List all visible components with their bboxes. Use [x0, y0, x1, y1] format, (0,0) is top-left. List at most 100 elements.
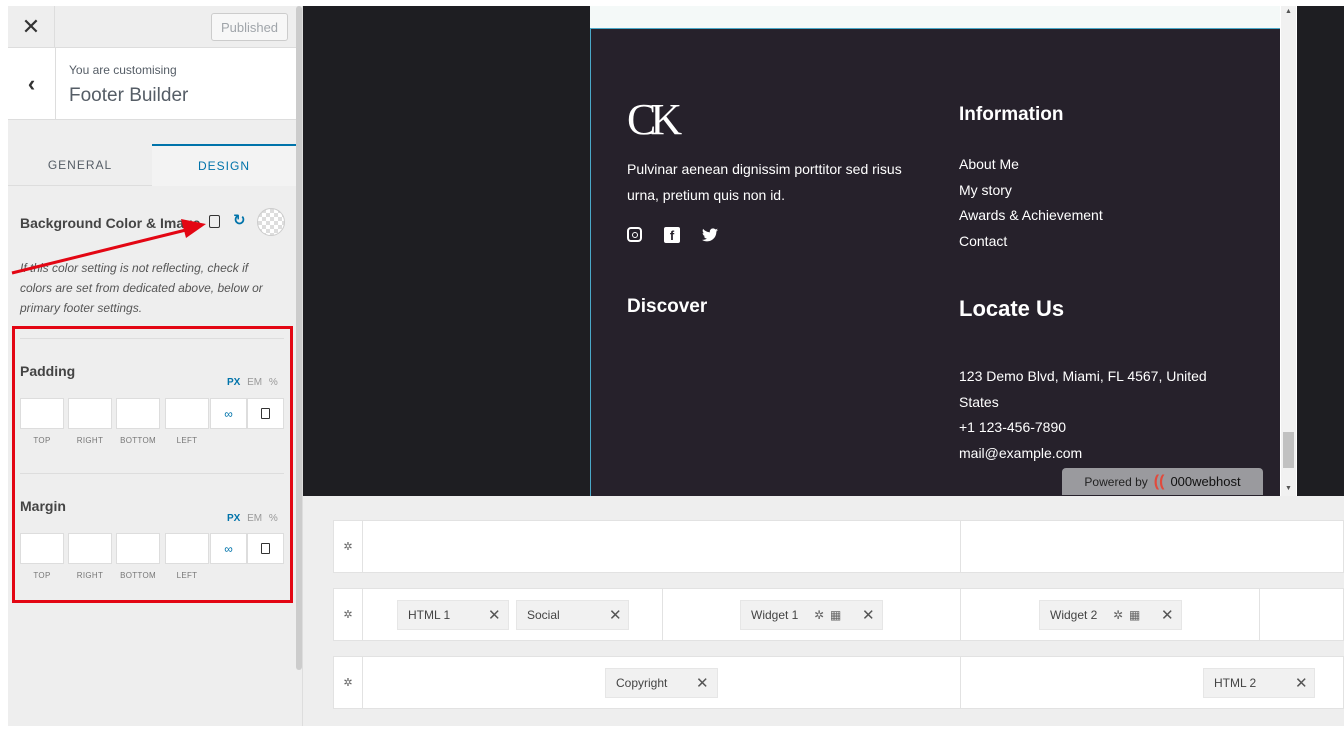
- padding-device-button[interactable]: [247, 398, 284, 429]
- color-setting-note: If this color setting is not reflecting,…: [20, 261, 263, 315]
- column-divider: [1259, 589, 1260, 640]
- footer-selection-outline: [590, 29, 591, 496]
- gear-icon: ✲: [343, 541, 353, 553]
- builder-item-social[interactable]: Social ✕: [516, 600, 629, 630]
- padding-right-input[interactable]: [68, 398, 112, 429]
- footer-link-awards[interactable]: Awards & Achievement: [959, 203, 1103, 229]
- remove-icon[interactable]: ✕: [609, 606, 622, 624]
- site-logo[interactable]: CK: [627, 94, 682, 145]
- close-customizer-button[interactable]: ✕: [8, 6, 55, 48]
- margin-bottom-label: BOTTOM: [120, 571, 156, 580]
- row-settings-button[interactable]: ✲: [334, 589, 363, 640]
- builder-item-html-2[interactable]: HTML 2 ✕: [1203, 668, 1315, 698]
- preview-scrollbar[interactable]: ▲ ▼: [1281, 6, 1296, 496]
- information-links: About Me My story Awards & Achievement C…: [959, 152, 1103, 254]
- widget-tools-icons[interactable]: ✲▦: [1113, 608, 1146, 622]
- padding-right-label: RIGHT: [76, 436, 104, 445]
- builder-item-copyright[interactable]: Copyright ✕: [605, 668, 718, 698]
- powered-by-label: Powered by: [1084, 474, 1148, 489]
- builder-item-html-1[interactable]: HTML 1 ✕: [397, 600, 509, 630]
- padding-left-input[interactable]: [165, 398, 209, 429]
- host-brand: 000webhost: [1170, 474, 1241, 489]
- footer-link-my-story[interactable]: My story: [959, 178, 1103, 204]
- back-button[interactable]: ‹: [8, 48, 56, 120]
- background-color-swatch[interactable]: [257, 208, 285, 236]
- remove-icon[interactable]: ✕: [1295, 674, 1308, 692]
- column-divider: [662, 589, 663, 640]
- unit-px[interactable]: PX: [227, 513, 240, 524]
- phone-line: +1 123-456-7890: [959, 419, 1067, 435]
- builder-item-label: Copyright: [616, 676, 668, 690]
- host-logo-icon: ((: [1153, 472, 1165, 490]
- link-icon: ∞: [224, 541, 233, 556]
- device-icon: [261, 408, 270, 419]
- divider: [20, 338, 284, 339]
- footer-link-contact[interactable]: Contact: [959, 229, 1103, 255]
- divider: [20, 473, 284, 474]
- padding-units: PX EM %: [227, 377, 282, 388]
- scroll-thumb[interactable]: [1283, 432, 1294, 468]
- margin-units: PX EM %: [227, 513, 282, 524]
- padding-left-label: LEFT: [176, 436, 198, 445]
- unit-percent[interactable]: %: [269, 377, 278, 388]
- remove-icon[interactable]: ✕: [862, 606, 875, 624]
- site-footer: CK Pulvinar aenean dignissim porttitor s…: [590, 6, 1280, 496]
- tab-general[interactable]: GENERAL: [8, 144, 152, 186]
- footer-link-about-me[interactable]: About Me: [959, 152, 1103, 178]
- instagram-icon[interactable]: [627, 227, 642, 242]
- margin-link-button[interactable]: ∞: [210, 533, 247, 564]
- unit-px[interactable]: PX: [227, 377, 240, 388]
- column-divider: [960, 657, 961, 708]
- margin-device-button[interactable]: [247, 533, 284, 564]
- margin-label: Margin: [20, 498, 66, 514]
- builder-item-widget-2[interactable]: Widget 2 ✲▦ ✕: [1039, 600, 1182, 630]
- padding-bottom-label: BOTTOM: [120, 436, 156, 445]
- section-title: Footer Builder: [69, 85, 189, 106]
- scroll-down-arrow-icon[interactable]: ▼: [1285, 485, 1292, 492]
- published-button[interactable]: Published: [211, 13, 288, 41]
- discover-heading: Discover: [627, 296, 708, 317]
- padding-link-button[interactable]: ∞: [210, 398, 247, 429]
- remove-icon[interactable]: ✕: [488, 606, 501, 624]
- facebook-icon[interactable]: f: [664, 227, 680, 243]
- unit-em[interactable]: EM: [247, 513, 262, 524]
- close-icon: ✕: [21, 14, 41, 39]
- twitter-icon[interactable]: [702, 227, 718, 243]
- builder-item-label: HTML 2: [1214, 676, 1257, 690]
- unit-em[interactable]: EM: [247, 377, 262, 388]
- chevron-left-icon: ‹: [27, 71, 36, 96]
- address-line: 123 Demo Blvd, Miami, FL 4567, United St…: [959, 368, 1207, 410]
- margin-bottom-input[interactable]: [116, 533, 160, 564]
- locate-us-heading: Locate Us: [959, 296, 1065, 321]
- unit-percent[interactable]: %: [269, 513, 278, 524]
- information-heading: Information: [959, 104, 1064, 125]
- sidebar-scrollbar[interactable]: [296, 6, 302, 670]
- column-divider: [960, 521, 961, 572]
- remove-icon[interactable]: ✕: [696, 674, 709, 692]
- powered-by-badge[interactable]: Powered by (( 000webhost: [1062, 468, 1263, 495]
- builder-item-widget-1[interactable]: Widget 1 ✲▦ ✕: [740, 600, 883, 630]
- padding-label: Padding: [20, 363, 76, 379]
- footer-top-strip: [590, 6, 1280, 29]
- padding-top-input[interactable]: [20, 398, 64, 429]
- padding-bottom-input[interactable]: [116, 398, 160, 429]
- builder-row-primary: ✲ HTML 1 ✕ Social ✕ Widget 1 ✲▦ ✕ Widget…: [333, 588, 1344, 641]
- reset-icon[interactable]: ↻: [233, 211, 246, 229]
- builder-item-label: Social: [527, 608, 560, 622]
- row-settings-button[interactable]: ✲: [334, 657, 363, 708]
- widget-tools-icons[interactable]: ✲▦: [814, 608, 847, 622]
- device-preview-icon[interactable]: [209, 215, 220, 228]
- margin-right-label: RIGHT: [76, 571, 104, 580]
- scroll-up-arrow-icon[interactable]: ▲: [1285, 8, 1292, 15]
- address-block: 123 Demo Blvd, Miami, FL 4567, United St…: [959, 364, 1249, 466]
- footer-about-text: Pulvinar aenean dignissim porttitor sed …: [627, 161, 902, 203]
- tab-design[interactable]: DESIGN: [152, 144, 296, 186]
- margin-top-label: TOP: [33, 571, 51, 580]
- margin-left-label: LEFT: [176, 571, 198, 580]
- remove-icon[interactable]: ✕: [1161, 606, 1174, 624]
- row-settings-button[interactable]: ✲: [334, 521, 363, 572]
- margin-right-input[interactable]: [68, 533, 112, 564]
- margin-left-input[interactable]: [165, 533, 209, 564]
- column-divider: [960, 589, 961, 640]
- margin-top-input[interactable]: [20, 533, 64, 564]
